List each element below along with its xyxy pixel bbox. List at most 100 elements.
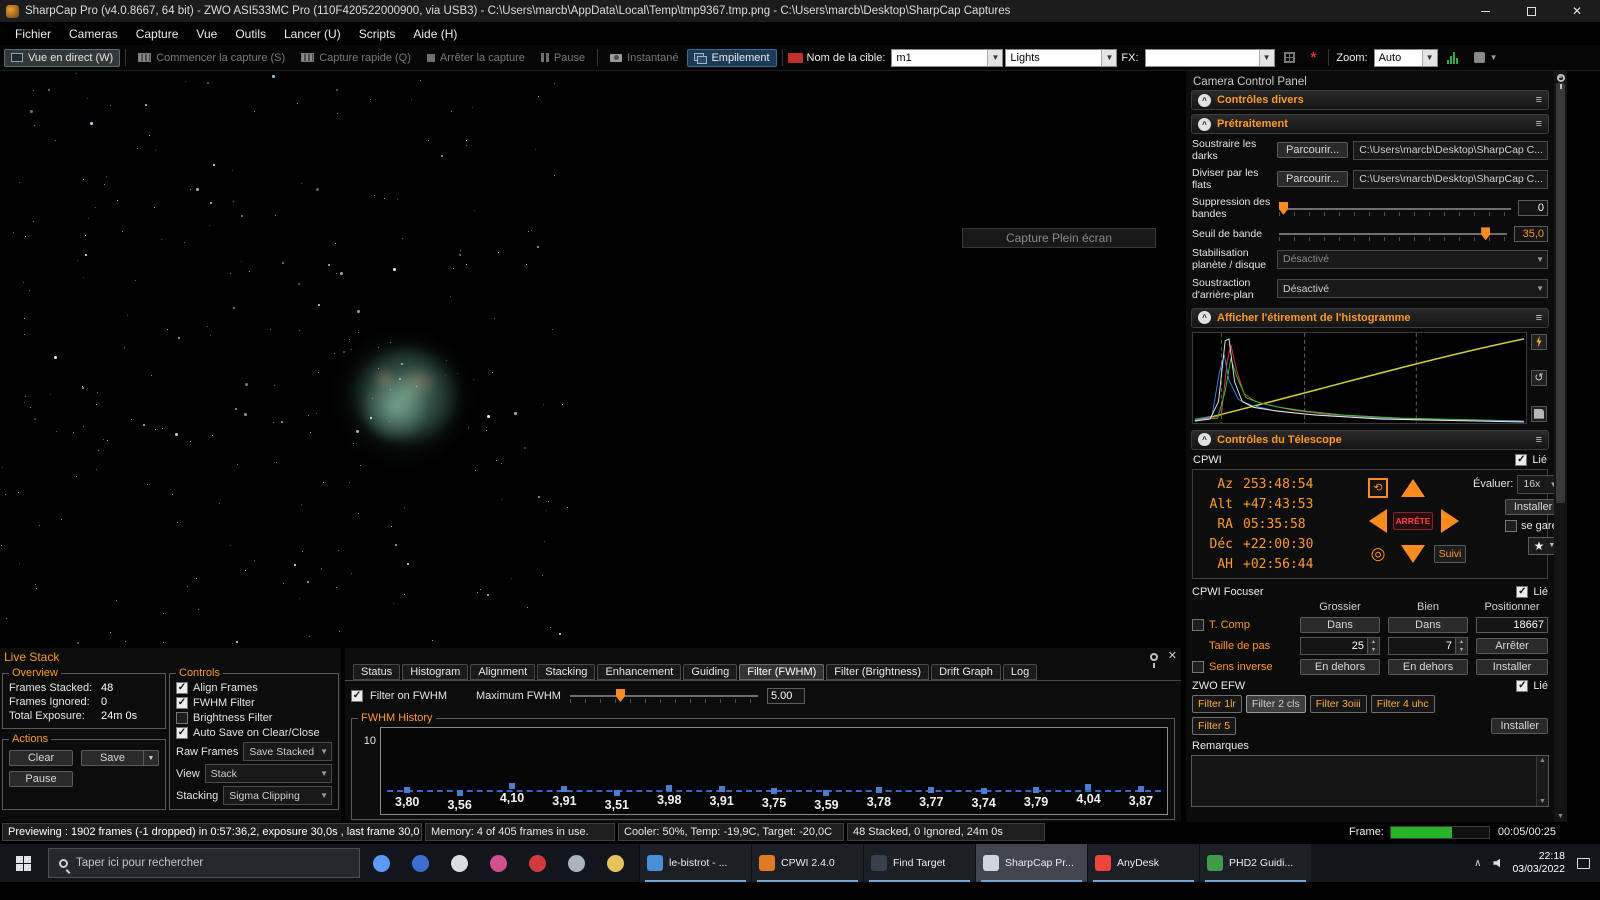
stacking-combo[interactable]: Sigma Clipping ▼ [223,786,332,805]
focus-in-coarse-button[interactable]: Dans [1300,616,1380,633]
frame-type-combo[interactable]: Lights ▼ [1005,48,1118,67]
telescope-linked-checkbox[interactable]: ✓ [1515,453,1528,466]
focuser-linked-checkbox[interactable]: ✓ [1516,585,1529,598]
auto-stretch-button[interactable] [1531,333,1547,350]
remarks-textarea[interactable]: ▲ ▼ [1191,754,1549,807]
spin-down-icon[interactable]: ▼ [1368,645,1379,654]
favorites-button[interactable]: ★ ▼ [1527,536,1554,555]
threshold-slider[interactable] [1277,225,1509,242]
misc-controls-header[interactable]: ^ Contrôles divers ≡ [1191,90,1549,110]
panel-pin-icon[interactable] [1557,74,1565,89]
hamburger-icon[interactable]: ≡ [1536,118,1542,130]
taskbar-app-phd2-guidi[interactable]: PHD2 Guidi... [1199,844,1311,882]
flats-path-combo[interactable]: C:\Users\marcb\Desktop\SharpCap C...▼ [1353,169,1548,189]
menu-item-aide-h[interactable]: Aide (H) [404,25,466,43]
focuser-install-button[interactable]: Installer [1476,658,1548,675]
max-fwhm-value[interactable]: 5.00 [766,687,805,704]
fine-step-spinner[interactable]: 7 ▲ ▼ [1388,636,1468,655]
focuser-stop-button[interactable]: Arrêter [1476,637,1548,654]
reticle-button[interactable]: * [1304,47,1324,68]
live-view-button[interactable]: Vue en direct (W) [4,48,121,67]
tab-guiding[interactable]: Guiding [683,664,738,680]
tab-filter-brightness[interactable]: Filter (Brightness) [826,664,930,680]
tab-log[interactable]: Log [1002,664,1038,680]
slew-right-button[interactable] [1441,508,1459,533]
scroll-up-icon[interactable]: ▲ [1539,757,1546,764]
grid-overlay-button[interactable] [1277,49,1302,66]
flats-browse-button[interactable]: Parcourir... [1277,171,1349,188]
filter-button-filter-4-uhc[interactable]: Filter 4 uhc [1370,694,1435,713]
pin-icon[interactable] [1149,652,1158,668]
spin-down-icon[interactable]: ▼ [1456,645,1467,654]
banding-slider[interactable] [1277,200,1513,217]
filter-button-filter-1lr[interactable]: Filter 1lr [1192,694,1242,713]
filter-button-filter-5[interactable]: Filter 5 [1192,716,1237,735]
stop-slew-button[interactable]: ARRÊTE [1392,511,1434,530]
tab-stacking[interactable]: Stacking [537,664,596,680]
taskbar-clock[interactable]: 22:18 03/03/2022 [1512,850,1565,876]
slew-up-button[interactable] [1401,478,1425,497]
panel-scrollbar[interactable]: ▲ ▼ [1554,71,1567,822]
scroll-down-icon[interactable]: ▼ [1539,798,1546,805]
slew-down-button[interactable] [1401,544,1425,563]
taskbar-app-sharpcap-pr[interactable]: SharpCap Pr... [975,844,1087,882]
focus-out-fine-button[interactable]: En dehors [1388,658,1468,675]
chrome-icon[interactable] [373,854,390,872]
brightness-filter-checkbox[interactable]: ✓ [176,712,188,724]
clear-button[interactable]: Clear [9,750,73,766]
slew-left-button[interactable] [1369,508,1387,533]
menu-item-capture[interactable]: Capture [127,25,188,43]
explorer-icon[interactable] [607,854,624,872]
rate-combo[interactable]: 16x▼ [1517,474,1554,494]
stabilization-combo[interactable]: Désactivé ▼ [1277,249,1548,269]
filter-button-filter-3oiii[interactable]: Filter 3oiii [1309,694,1367,713]
spin-up-icon[interactable]: ▲ [1368,637,1379,646]
menu-item-outils[interactable]: Outils [226,25,275,43]
menu-item-fichier[interactable]: Fichier [6,25,60,43]
goto-target-button[interactable]: ◎ [1371,545,1386,562]
park-checkbox[interactable]: ✓ [1505,519,1517,532]
taskbar-app-find-target[interactable]: Find Target [863,844,975,882]
temp-comp-checkbox[interactable]: ✓ [1192,618,1204,631]
target-name-combo[interactable]: m1 ▼ [891,48,1004,67]
efw-linked-checkbox[interactable]: ✓ [1516,679,1529,692]
spin-up-icon[interactable]: ▲ [1456,637,1467,646]
live-stack-button[interactable]: Empilement [687,48,777,67]
tab-drift-graph[interactable]: Drift Graph [931,664,1001,680]
threshold-value[interactable]: 35,0 [1514,225,1548,242]
focus-in-fine-button[interactable]: Dans [1388,616,1468,633]
photos-icon[interactable] [490,854,507,872]
hamburger-icon[interactable]: ≡ [1536,312,1542,324]
taskbar-search-box[interactable]: Taper ici pour rechercher [48,848,360,878]
histogram-header[interactable]: ^ Afficher l'étirement de l'histogramme … [1191,307,1549,328]
mail-icon[interactable] [412,854,429,872]
darks-browse-button[interactable]: Parcourir... [1277,142,1349,159]
pretraitement-header[interactable]: ^ Prétraitement ≡ [1191,114,1549,134]
scroll-down-icon[interactable]: ▼ [1557,813,1564,822]
display-options-button[interactable]: ▼ [1467,49,1505,66]
tab-status[interactable]: Status [353,664,401,680]
coarse-step-spinner[interactable]: 25 ▲ ▼ [1300,636,1380,655]
menu-item-cameras[interactable]: Cameras [60,25,127,43]
pause-stack-button[interactable]: Pause [9,771,73,787]
capture-fullscreen-button[interactable]: Capture Plein écran [962,228,1156,248]
banding-value[interactable]: 0 [1518,200,1548,217]
save-button[interactable]: Save ▼ [81,750,159,766]
start-button[interactable] [0,844,46,882]
quick-capture-button[interactable]: Capture rapide (Q) [294,49,418,67]
close-panel-icon[interactable]: ✕ [1168,651,1177,662]
taskbar-app-cpwi-2-4-0[interactable]: CPWI 2.4.0 [751,844,863,882]
remarks-scrollbar[interactable]: ▲ ▼ [1536,755,1548,806]
taskbar-app-le-bistrot[interactable]: le-bistrot - ... [639,844,751,882]
menu-item-lancer-u[interactable]: Lancer (U) [275,25,350,43]
scrollbar-thumb[interactable] [1556,83,1565,503]
raw-frames-combo[interactable]: Save Stacked ▼ [243,742,332,761]
filter-on-fwhm-checkbox[interactable]: ✓ [351,689,363,702]
fx-combo[interactable]: ▼ [1144,48,1275,67]
align-frames-checkbox[interactable]: ✓ [176,682,188,694]
maximize-button[interactable] [1508,0,1554,22]
hamburger-icon[interactable]: ≡ [1536,94,1542,106]
start-capture-button[interactable]: Commencer la capture (S) [131,49,292,67]
close-button[interactable]: ✕ [1554,0,1600,22]
tab-filter-fwhm[interactable]: Filter (FWHM) [739,664,825,680]
